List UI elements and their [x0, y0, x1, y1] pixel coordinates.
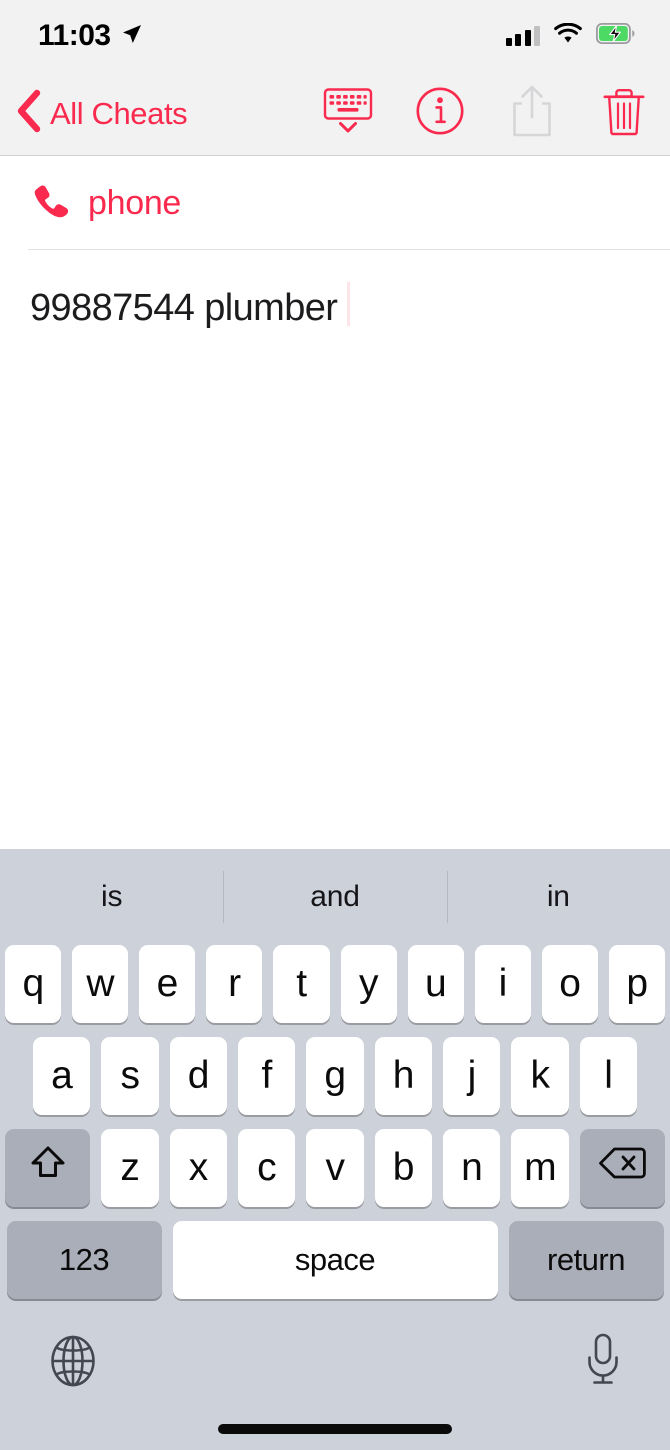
- prediction-1[interactable]: and: [223, 849, 446, 945]
- navigation-bar: All Cheats: [0, 72, 670, 156]
- keyboard-dismiss-icon: [322, 87, 374, 140]
- key-p[interactable]: p: [608, 945, 665, 1023]
- info-circle-icon: [415, 86, 465, 141]
- globe-language-icon: [48, 1333, 98, 1394]
- key-d[interactable]: d: [169, 1037, 227, 1115]
- backspace-key[interactable]: [579, 1129, 665, 1207]
- key-n[interactable]: n: [443, 1129, 501, 1207]
- navigation-actions: [302, 72, 670, 156]
- key-m[interactable]: m: [511, 1129, 569, 1207]
- phone-handset-icon: [32, 182, 70, 225]
- key-o[interactable]: o: [541, 945, 598, 1023]
- location-arrow-icon: [120, 22, 144, 51]
- onscreen-keyboard: is and in q w e r t y u i o p a s d f g …: [0, 849, 670, 1450]
- predictive-text-bar: is and in: [0, 849, 670, 945]
- key-y[interactable]: y: [340, 945, 397, 1023]
- keyboard-rows: q w e r t y u i o p a s d f g h j k l z …: [0, 945, 670, 1299]
- trash-icon: [601, 85, 647, 142]
- key-j[interactable]: j: [442, 1037, 501, 1115]
- key-q[interactable]: q: [5, 945, 62, 1023]
- keyboard-row-2: a s d f g h j k l: [5, 1037, 665, 1115]
- iphone-screen: 11:03 All Cheats phone 99887544 plumber …: [0, 0, 670, 1450]
- key-w[interactable]: w: [72, 945, 129, 1023]
- space-key[interactable]: space: [172, 1221, 498, 1299]
- return-key[interactable]: return: [508, 1221, 664, 1299]
- hide-keyboard-button[interactable]: [302, 72, 394, 156]
- status-bar-clock: 11:03: [38, 19, 111, 52]
- prediction-0[interactable]: is: [0, 849, 223, 945]
- key-s[interactable]: s: [101, 1037, 159, 1115]
- shift-arrow-icon: [27, 1142, 69, 1194]
- share-button: [486, 72, 578, 156]
- keyboard-row-4: 123 space return: [5, 1221, 665, 1299]
- keyboard-row-3: z x c v b n m: [5, 1129, 665, 1207]
- microphone-icon: [584, 1332, 622, 1395]
- back-button-label: All Cheats: [50, 96, 188, 131]
- backspace-delete-icon: [597, 1144, 647, 1192]
- keyboard-row-1: q w e r t y u i o p: [5, 945, 665, 1023]
- text-caret: [347, 282, 351, 326]
- keyboard-bottom-bar: [0, 1315, 670, 1411]
- key-c[interactable]: c: [237, 1129, 296, 1207]
- key-x[interactable]: x: [169, 1129, 227, 1207]
- key-r[interactable]: r: [206, 945, 263, 1023]
- key-a[interactable]: a: [33, 1037, 91, 1115]
- chevron-left-icon: [14, 88, 44, 139]
- prediction-2[interactable]: in: [446, 849, 670, 945]
- numeric-key[interactable]: 123: [6, 1221, 162, 1299]
- info-button[interactable]: [394, 72, 486, 156]
- delete-button[interactable]: [578, 72, 670, 156]
- key-u[interactable]: u: [407, 945, 464, 1023]
- key-b[interactable]: b: [374, 1129, 433, 1207]
- battery-charging-icon: [595, 22, 636, 49]
- key-l[interactable]: l: [579, 1037, 637, 1115]
- status-bar-left: 11:03: [38, 21, 144, 51]
- dictation-key[interactable]: [584, 1332, 622, 1395]
- key-e[interactable]: e: [139, 945, 196, 1023]
- wifi-icon: [554, 22, 582, 49]
- key-z[interactable]: z: [101, 1129, 159, 1207]
- cellular-signal-icon: [505, 26, 540, 46]
- key-v[interactable]: v: [306, 1129, 364, 1207]
- status-bar: 11:03: [0, 0, 670, 72]
- note-text: 99887544 plumber: [30, 287, 338, 329]
- status-bar-right: [505, 22, 637, 49]
- key-t[interactable]: t: [273, 945, 330, 1023]
- key-h[interactable]: h: [374, 1037, 432, 1115]
- category-header: phone: [0, 157, 670, 249]
- share-icon: [509, 84, 555, 143]
- key-g[interactable]: g: [306, 1037, 364, 1115]
- back-button[interactable]: All Cheats: [0, 88, 188, 139]
- key-k[interactable]: k: [511, 1037, 569, 1115]
- shift-key[interactable]: [5, 1129, 91, 1207]
- category-title: phone: [88, 184, 182, 222]
- note-editor[interactable]: 99887544 plumber: [0, 250, 670, 331]
- key-i[interactable]: i: [474, 945, 531, 1023]
- home-indicator[interactable]: [218, 1424, 452, 1434]
- globe-key[interactable]: [48, 1333, 98, 1394]
- key-f[interactable]: f: [238, 1037, 296, 1115]
